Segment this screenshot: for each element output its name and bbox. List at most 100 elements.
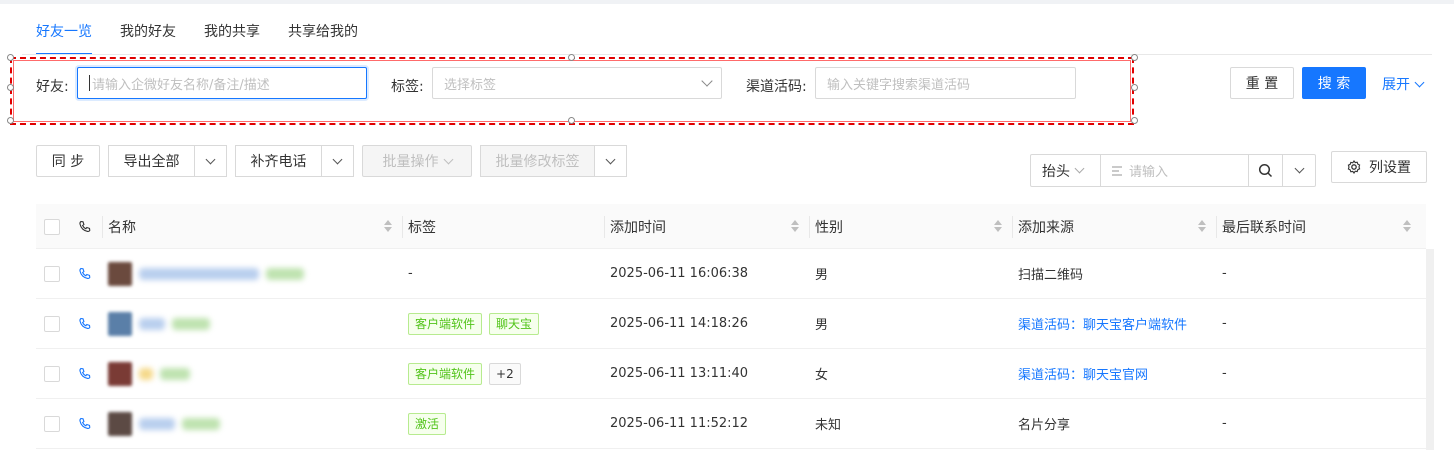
sort-icon[interactable] xyxy=(1198,220,1206,232)
last-contact-cell: - xyxy=(1222,266,1227,281)
header-source[interactable]: 添加来源 xyxy=(1012,204,1216,249)
tab-shared-with-me[interactable]: 共享给我的 xyxy=(274,8,372,54)
table-row[interactable]: 客户端软件 聊天宝 2025-06-11 14:18:26 男 渠道活码：聊天宝… xyxy=(36,299,1426,349)
expand-filters-link[interactable]: 展开 xyxy=(1382,74,1425,94)
table-row[interactable]: 客户端软件 +2 2025-06-11 13:11:40 女 渠道活码：聊天宝官… xyxy=(36,349,1426,399)
search-field-label: 抬头 xyxy=(1042,163,1070,180)
row-select-cell xyxy=(36,249,68,299)
added-time-cell: 2025-06-11 16:06:38 xyxy=(610,266,749,281)
table-search-placeholder: 请输入 xyxy=(1129,165,1169,180)
friend-search-input[interactable]: 请输入企微好友名称/备注/描述 xyxy=(77,67,367,99)
sync-button[interactable]: 同 步 xyxy=(36,145,100,177)
header-added-time[interactable]: 添加时间 xyxy=(604,204,809,249)
header-name-label: 名称 xyxy=(108,219,136,236)
batch-operations-button[interactable]: 批量操作 xyxy=(362,145,472,177)
name-cell[interactable] xyxy=(102,299,402,349)
name-cell[interactable] xyxy=(102,349,402,399)
reset-button[interactable]: 重 置 xyxy=(1230,67,1294,99)
gender-cell: 男 xyxy=(815,318,829,333)
batch-edit-tags-menu-toggle[interactable] xyxy=(595,145,627,177)
source-link[interactable]: 渠道活码：聊天宝客户端软件 xyxy=(1012,299,1216,349)
table-search-button[interactable] xyxy=(1249,155,1283,186)
resize-handle-mr[interactable] xyxy=(1131,84,1138,91)
blurred-name xyxy=(139,317,165,330)
row-checkbox[interactable] xyxy=(44,265,60,282)
row-checkbox[interactable] xyxy=(44,415,60,432)
tag-badge: 激活 xyxy=(408,412,447,435)
resize-handle-tm[interactable] xyxy=(568,54,575,61)
select-all-checkbox[interactable] xyxy=(44,218,60,235)
header-tags: 标签 xyxy=(402,204,604,249)
batch-operations-label: 批量操作 xyxy=(382,154,439,170)
tags-cell: - xyxy=(408,266,413,281)
column-divider xyxy=(604,216,605,238)
sort-icon[interactable] xyxy=(1403,220,1411,232)
phone-icon[interactable] xyxy=(78,317,92,331)
search-options-toggle[interactable] xyxy=(1283,155,1315,186)
table-row[interactable]: - 2025-06-11 16:06:38 男 扫描二维码 - xyxy=(36,249,1426,299)
last-contact-cell: - xyxy=(1222,316,1227,331)
fill-phone-dropdown: 补齐电话 xyxy=(235,145,354,177)
row-checkbox[interactable] xyxy=(44,365,60,382)
channel-code-input[interactable]: 输入关键字搜索渠道活码 xyxy=(815,67,1076,99)
chevron-down-icon xyxy=(443,154,453,164)
added-time-cell: 2025-06-11 14:18:26 xyxy=(610,316,749,331)
column-divider xyxy=(1012,216,1013,238)
header-gender[interactable]: 性别 xyxy=(809,204,1012,249)
tab-my-friends[interactable]: 我的好友 xyxy=(106,8,190,54)
more-tags-badge[interactable]: +2 xyxy=(489,362,521,385)
friend-filter-label: 好友: xyxy=(36,79,69,95)
chevron-down-icon xyxy=(205,154,216,164)
name-cell[interactable] xyxy=(102,249,402,299)
row-checkbox[interactable] xyxy=(44,315,60,332)
expand-label: 展开 xyxy=(1382,77,1410,93)
header-last-contact-label: 最后联系时间 xyxy=(1222,219,1306,236)
source-link[interactable]: 渠道活码：聊天宝官网 xyxy=(1012,349,1216,399)
resize-handle-tl[interactable] xyxy=(7,54,14,61)
name-cell[interactable] xyxy=(102,399,402,449)
tag-select-placeholder: 选择标签 xyxy=(444,77,497,93)
column-settings-button[interactable]: 列设置 xyxy=(1331,151,1427,183)
batch-edit-tags-button[interactable]: 批量修改标签 xyxy=(480,145,595,177)
table-search-group: 抬头 请输入 xyxy=(1030,154,1316,187)
blurred-suffix xyxy=(172,317,210,330)
tag-select[interactable]: 选择标签 xyxy=(432,67,722,99)
export-menu-toggle[interactable] xyxy=(195,145,227,177)
sort-icon[interactable] xyxy=(994,220,1002,232)
source-cell: 名片分享 xyxy=(1018,418,1071,433)
resize-handle-bl[interactable] xyxy=(7,117,14,124)
tab-friends-overview[interactable]: 好友一览 xyxy=(22,8,106,55)
header-last-contact[interactable]: 最后联系时间 xyxy=(1216,204,1421,249)
resize-handle-tr[interactable] xyxy=(1131,54,1138,61)
tabs-divider xyxy=(22,54,1432,55)
sort-icon[interactable] xyxy=(791,220,799,232)
blurred-suffix xyxy=(266,267,304,280)
chevron-down-icon xyxy=(1294,163,1304,174)
export-all-button[interactable]: 导出全部 xyxy=(108,145,195,177)
row-select-cell xyxy=(36,399,68,449)
fill-phone-button[interactable]: 补齐电话 xyxy=(235,145,322,177)
chevron-down-icon xyxy=(332,154,343,164)
table-row[interactable]: 激活 2025-06-11 11:52:12 未知 名片分享 - xyxy=(36,399,1426,449)
sort-icon[interactable] xyxy=(384,220,392,232)
header-phone-cell xyxy=(68,204,102,249)
fill-phone-menu-toggle[interactable] xyxy=(322,145,354,177)
tab-my-shares[interactable]: 我的共享 xyxy=(190,8,274,54)
resize-handle-br[interactable] xyxy=(1131,117,1138,124)
column-divider xyxy=(402,216,403,238)
vertical-scrollbar[interactable] xyxy=(1426,249,1434,450)
header-name[interactable]: 名称 xyxy=(102,204,402,249)
phone-icon[interactable] xyxy=(78,267,92,281)
friend-search-placeholder: 请输入企微好友名称/备注/描述 xyxy=(92,77,270,93)
row-phone-cell xyxy=(68,399,102,449)
list-icon xyxy=(1112,165,1122,176)
search-field-select[interactable]: 抬头 xyxy=(1031,155,1101,186)
resize-handle-ml[interactable] xyxy=(7,84,14,91)
search-button[interactable]: 搜 索 xyxy=(1302,67,1366,99)
tags-cell: 客户端软件 +2 xyxy=(402,349,604,399)
phone-icon[interactable] xyxy=(78,367,92,381)
resize-handle-bm[interactable] xyxy=(568,117,575,124)
table-search-input[interactable]: 请输入 xyxy=(1101,155,1249,186)
phone-icon[interactable] xyxy=(78,417,92,431)
blurred-name xyxy=(139,267,259,280)
